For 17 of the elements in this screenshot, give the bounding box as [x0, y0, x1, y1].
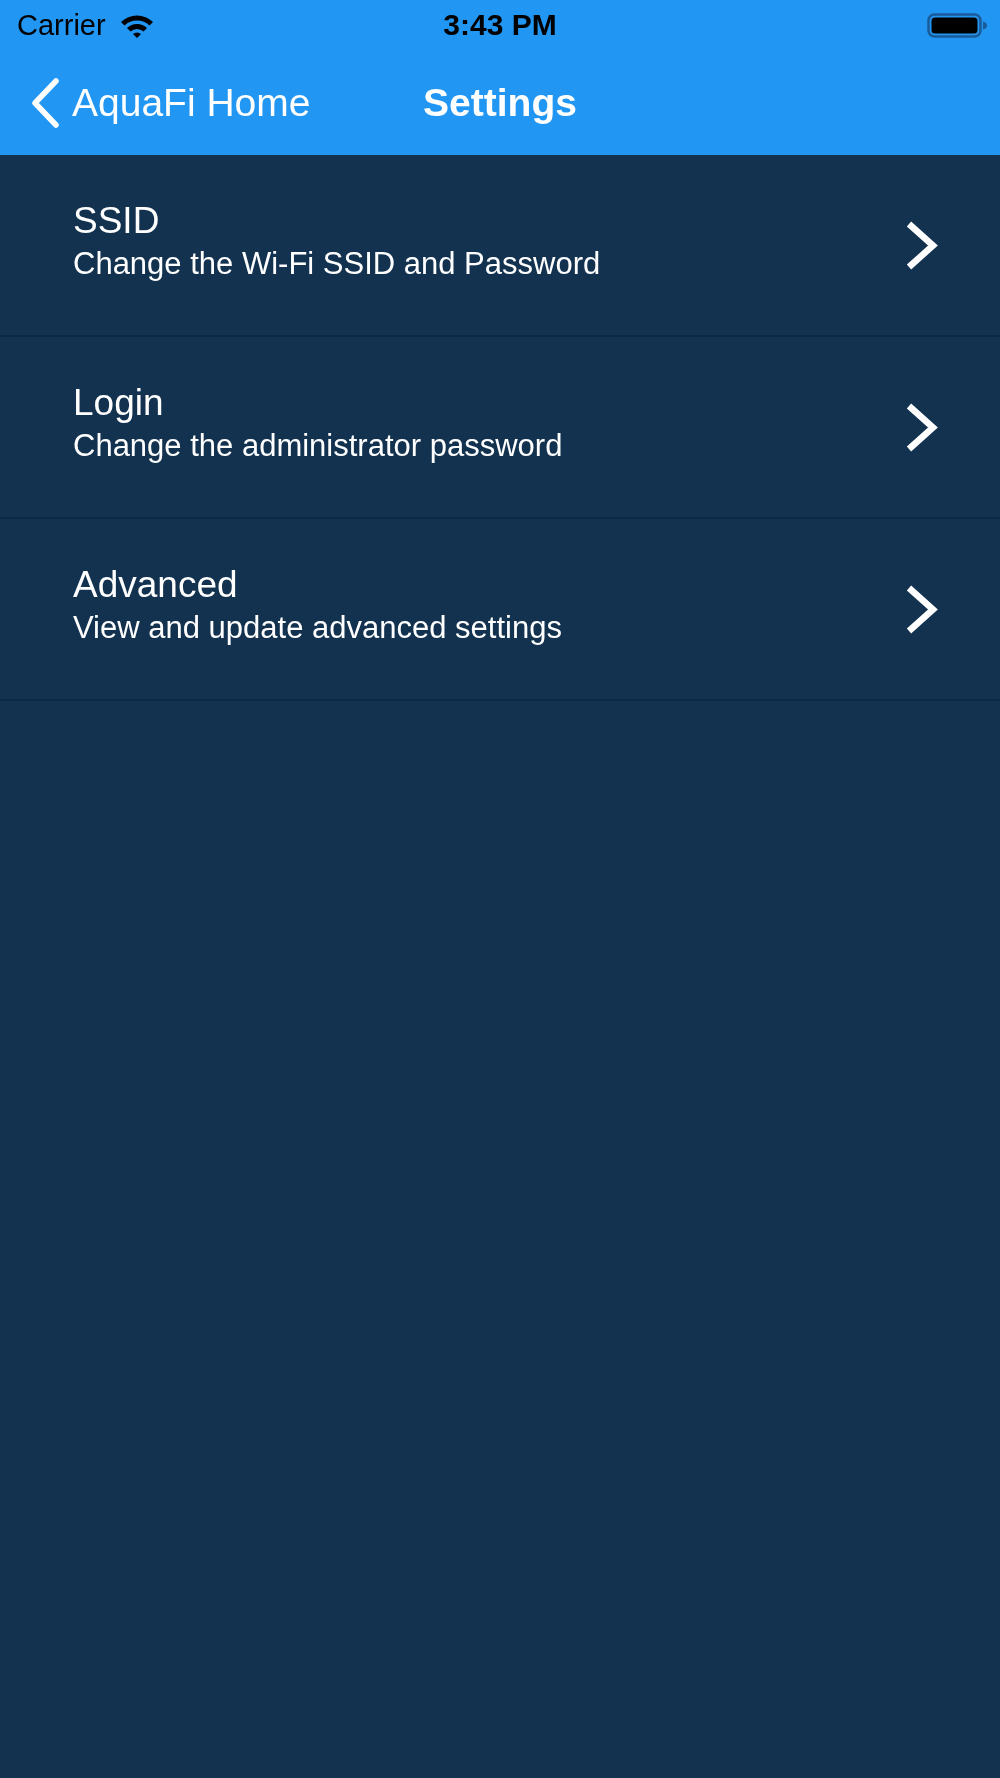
settings-row[interactable]: SSID Change the Wi-Fi SSID and Password	[0, 155, 1000, 337]
row-title: Advanced	[73, 564, 239, 606]
row-subtitle: View and update advanced settings	[73, 610, 562, 646]
chevron-right-icon	[905, 583, 939, 635]
chevron-right-icon	[905, 401, 939, 453]
row-subtitle: Change the Wi-Fi SSID and Password	[73, 246, 601, 282]
settings-row[interactable]: Advanced View and update advanced settings	[0, 519, 1000, 701]
chevron-right-icon	[905, 219, 939, 271]
chevron-left-icon	[30, 77, 60, 128]
row-subtitle: Change the administrator password	[73, 428, 563, 464]
carrier-name: Carrier	[17, 8, 106, 42]
row-title: SSID	[73, 200, 161, 242]
battery-icon	[927, 12, 987, 38]
screen-title: Settings	[423, 80, 577, 125]
clock-time: 3:43 PM	[443, 8, 557, 42]
row-title: Login	[73, 382, 165, 424]
settings-row[interactable]: Login Change the administrator password	[0, 337, 1000, 519]
